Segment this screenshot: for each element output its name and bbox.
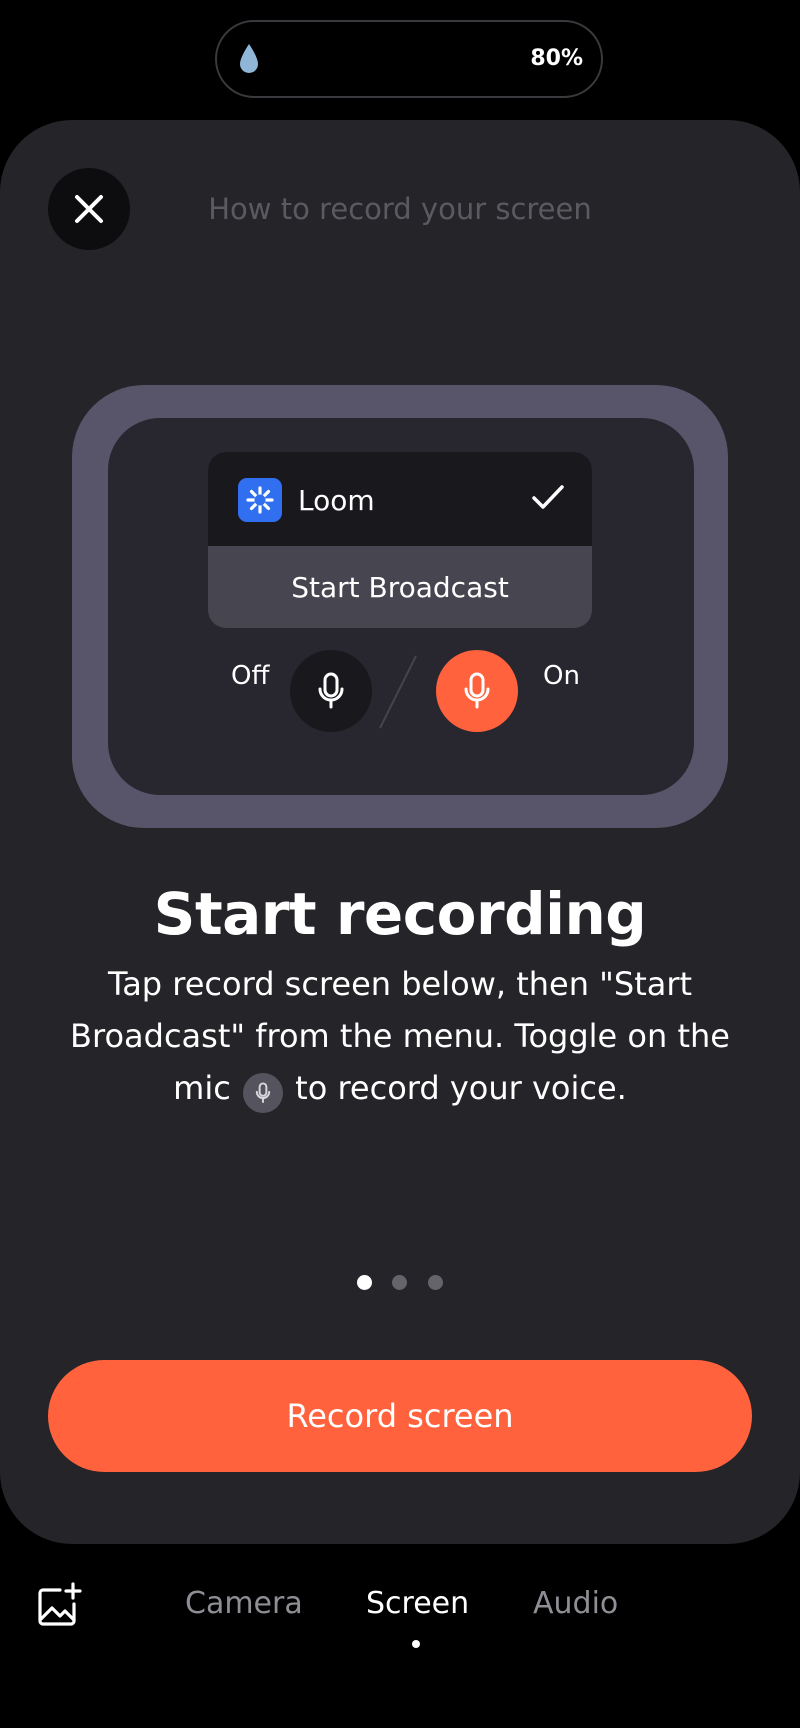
page-dot-active[interactable] (357, 1275, 372, 1290)
step-description: Tap record screen below, then "Start Bro… (40, 958, 760, 1114)
mic-on-label: On (543, 661, 580, 691)
broadcast-menu: Loom Start Broadcast (208, 452, 592, 628)
loom-logo-icon (238, 478, 282, 522)
battery-level: 80% (530, 46, 583, 71)
tab-screen[interactable]: Screen (366, 1586, 469, 1621)
step-heading: Start recording (153, 880, 647, 948)
instruction-sheet: How to record your screen Loom Start Bro… (0, 120, 800, 1544)
page-indicator (355, 1275, 445, 1295)
mic-on-button (436, 650, 518, 732)
microphone-icon (318, 672, 344, 709)
app-name-label: Loom (298, 484, 375, 517)
sheet-title: How to record your screen (208, 192, 592, 226)
mic-off-button (290, 650, 372, 732)
desc-line: Tap record screen below, then "Start (107, 965, 693, 1003)
bottom-nav: Camera Screen Audio (0, 1544, 800, 1728)
page-dot[interactable] (392, 1275, 407, 1290)
desc-line: mic to record your voice. (40, 1062, 760, 1114)
menu-app-row: Loom (208, 452, 592, 546)
checkmark-icon (532, 485, 564, 509)
mic-off-label: Off (231, 661, 270, 691)
active-tab-indicator (412, 1640, 420, 1648)
tab-camera[interactable]: Camera (185, 1586, 303, 1621)
illustration-frame: Loom Start Broadcast Off On (72, 385, 728, 828)
illustration-screen: Loom Start Broadcast Off On (108, 418, 694, 795)
desc-text: to record your voice. (295, 1069, 627, 1107)
status-pill: 80% (215, 20, 603, 98)
water-drop-icon (240, 44, 258, 73)
divider-slash (379, 655, 417, 729)
desc-text: mic (173, 1069, 231, 1107)
tab-audio[interactable]: Audio (533, 1586, 618, 1621)
record-screen-button[interactable]: Record screen (48, 1360, 752, 1472)
microphone-icon (242, 1073, 283, 1113)
start-broadcast-label: Start Broadcast (291, 570, 509, 604)
microphone-icon (464, 672, 490, 709)
add-image-icon[interactable] (34, 1582, 82, 1630)
desc-line: Broadcast" from the menu. Toggle on the (70, 1017, 730, 1055)
page-dot[interactable] (428, 1275, 443, 1290)
